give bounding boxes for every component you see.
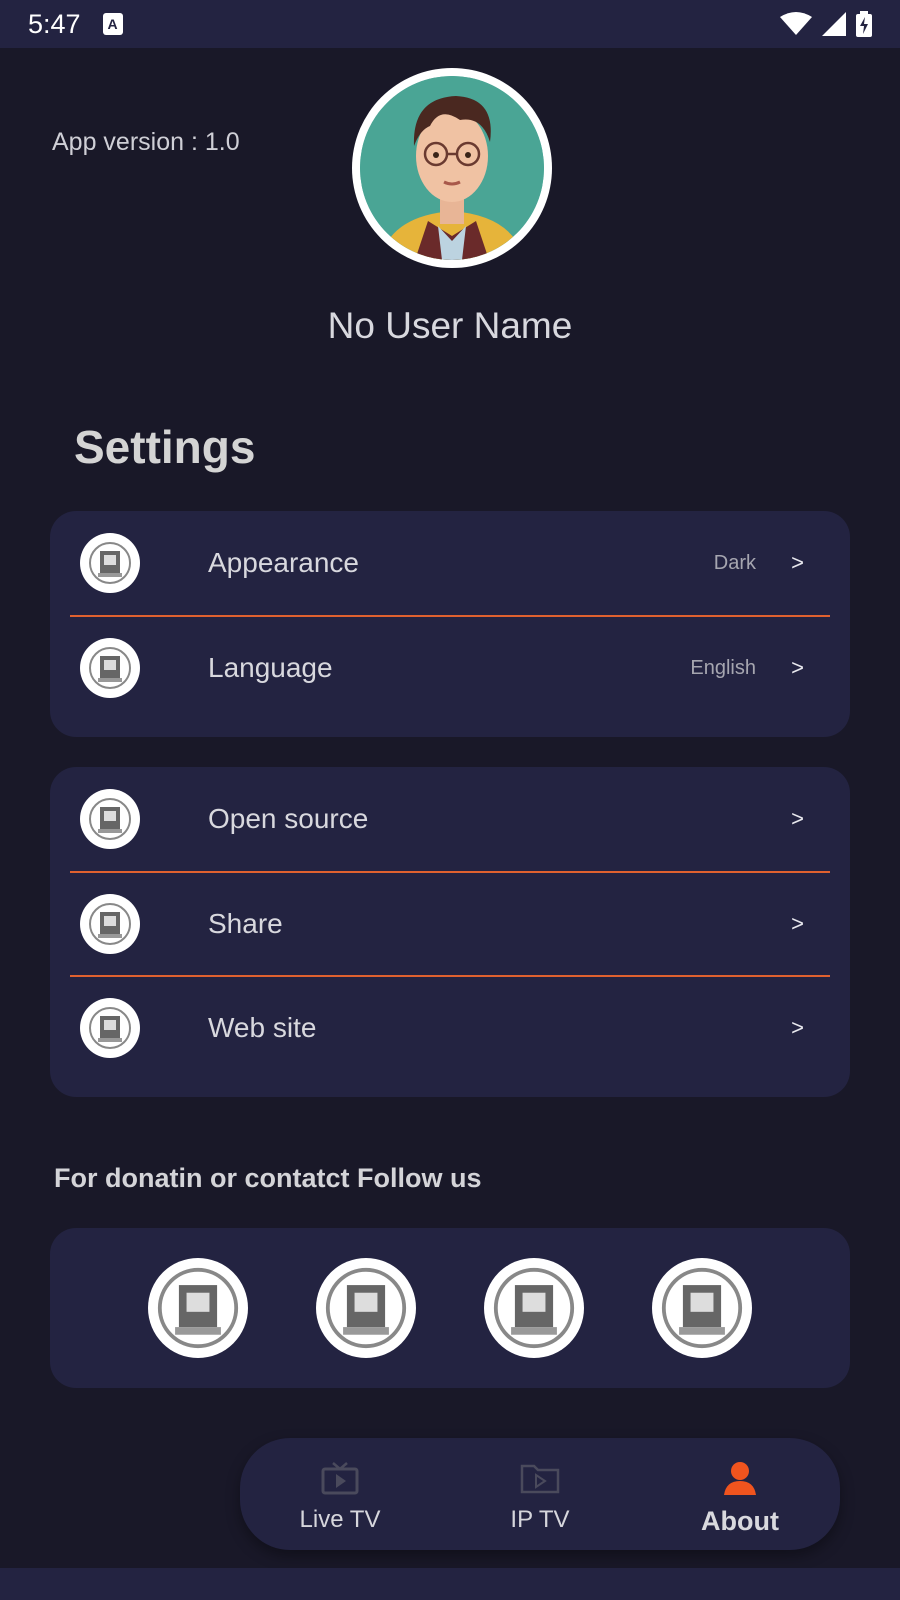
nav-label-live-tv: Live TV	[299, 1506, 381, 1533]
settings-heading: Settings	[74, 421, 256, 473]
appearance-value: Dark	[713, 551, 756, 574]
settings-row-appearance[interactable]: Appearance Dark >	[70, 511, 830, 615]
bottom-navigation: Live TV IP TV About	[240, 1438, 840, 1550]
language-value: English	[690, 656, 756, 679]
system-navigation-bar	[0, 1568, 900, 1600]
nav-tab-ip-tv[interactable]: IP TV	[440, 1438, 640, 1550]
emblem-icon	[325, 1267, 407, 1349]
settings-row-share[interactable]: Share >	[70, 871, 830, 975]
chevron-right-icon: >	[791, 911, 804, 936]
app-version-text: App version : 1.0	[52, 128, 240, 156]
language-label: Language	[208, 652, 333, 683]
emblem-icon	[80, 998, 140, 1058]
signal-icon	[822, 12, 846, 36]
settings-row-website[interactable]: Web site >	[70, 975, 830, 1079]
username: No User Name	[327, 305, 573, 346]
social-links-card	[50, 1228, 850, 1388]
battery-icon	[856, 11, 872, 37]
emblem-icon	[80, 533, 140, 593]
nav-tab-live-tv[interactable]: Live TV	[240, 1438, 440, 1550]
emblem-icon	[157, 1267, 239, 1349]
nav-label-about: About	[701, 1506, 779, 1536]
appearance-label: Appearance	[208, 547, 360, 578]
emblem-icon	[80, 638, 140, 698]
social-link-1[interactable]	[148, 1258, 248, 1358]
settings-card-preferences: Appearance Dark > Language English >	[50, 511, 850, 737]
share-label: Share	[208, 908, 283, 939]
open-source-label: Open source	[208, 803, 369, 834]
profile-avatar[interactable]	[352, 68, 552, 268]
social-link-2[interactable]	[316, 1258, 416, 1358]
nav-tab-about[interactable]: About	[640, 1438, 840, 1550]
status-time: 5:47	[28, 8, 81, 39]
social-link-4[interactable]	[652, 1258, 752, 1358]
status-bar: 5:47 A	[0, 0, 900, 48]
settings-row-language[interactable]: Language English >	[70, 615, 830, 719]
emblem-icon	[493, 1267, 575, 1349]
chevron-right-icon: >	[791, 550, 804, 575]
social-link-3[interactable]	[484, 1258, 584, 1358]
settings-row-open-source[interactable]: Open source >	[70, 767, 830, 871]
emblem-icon	[661, 1267, 743, 1349]
emblem-icon	[80, 894, 140, 954]
website-label: Web site	[208, 1012, 317, 1043]
chevron-right-icon: >	[791, 1015, 804, 1040]
chevron-right-icon: >	[791, 806, 804, 831]
nav-label-ip-tv: IP TV	[510, 1506, 570, 1533]
chevron-right-icon: >	[791, 655, 804, 680]
notification-a-icon: A	[102, 13, 123, 35]
emblem-icon	[80, 789, 140, 849]
avatar-illustration	[360, 76, 544, 260]
wifi-icon	[780, 12, 812, 35]
video-folder-icon	[520, 1460, 560, 1496]
person-icon	[723, 1460, 757, 1496]
tv-icon	[321, 1460, 359, 1496]
settings-card-about: Open source > Share > Web site >	[50, 767, 850, 1097]
follow-heading: For donatin or contatct Follow us	[54, 1163, 482, 1193]
